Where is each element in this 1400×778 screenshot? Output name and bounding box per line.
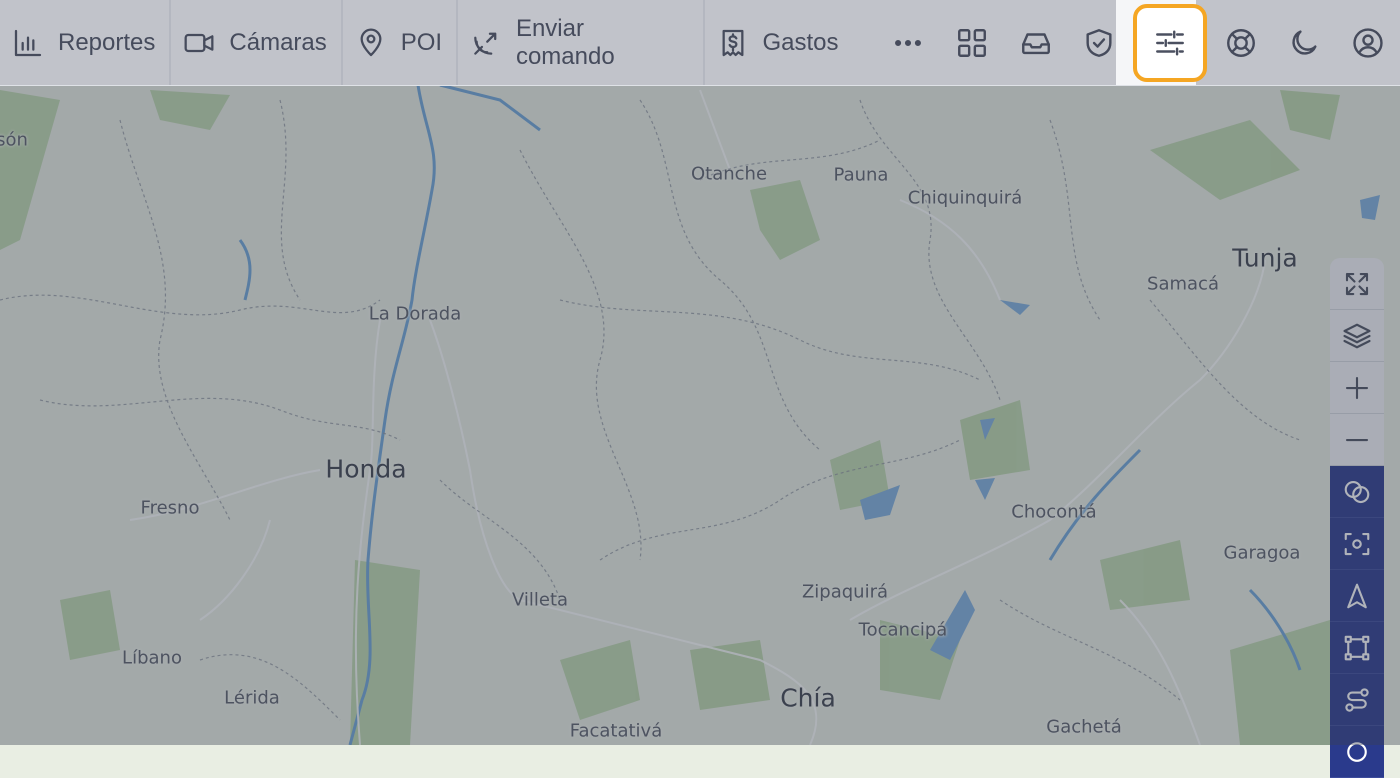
apps-button[interactable] — [940, 0, 1004, 85]
map-controls — [1330, 258, 1384, 778]
geofence-button[interactable] — [1330, 466, 1384, 518]
map-place-label: Honda — [325, 454, 407, 484]
more-button[interactable] — [876, 0, 940, 85]
shield-check-icon — [1086, 28, 1112, 57]
nav-label: Gastos — [762, 28, 839, 56]
polygon-select-icon — [1344, 635, 1370, 660]
polygon-select-button[interactable] — [1330, 622, 1384, 674]
layers-button[interactable] — [1330, 310, 1384, 362]
more-dots-icon — [895, 39, 922, 46]
nav-label: Enviar comando — [515, 14, 615, 70]
map-place-label: Chía — [780, 683, 836, 713]
map-terrain — [0, 0, 1400, 745]
nav-label: Cámaras — [229, 28, 327, 56]
map-place-label: Chocontá — [1011, 501, 1097, 523]
map-place-label: Lérida — [224, 687, 280, 709]
nav-reportes[interactable]: Reportes — [0, 0, 172, 85]
moon-icon — [1292, 29, 1318, 55]
zoom-in-icon — [1345, 376, 1369, 399]
focus-target-icon — [1344, 532, 1370, 555]
map-place-label: Pauna — [833, 164, 889, 186]
nav-label: POI — [400, 28, 443, 56]
dark-mode-button[interactable] — [1273, 0, 1337, 85]
map-canvas[interactable]: són Otanche Pauna Chiquinquirá Tunja Sam… — [0, 0, 1400, 745]
map-place-label: La Dorada — [368, 303, 462, 325]
inbox-button[interactable] — [1004, 0, 1068, 85]
nav-enviar-comando[interactable]: Enviar comando — [458, 0, 705, 85]
circle-icon — [1347, 741, 1367, 762]
fullscreen-button[interactable] — [1330, 258, 1384, 310]
map-place-label: són — [0, 129, 28, 151]
nav-camaras[interactable]: Cámaras — [171, 0, 343, 85]
bar-chart-icon — [14, 29, 42, 56]
video-camera-icon — [184, 33, 214, 52]
zoom-out-button[interactable] — [1330, 414, 1384, 466]
fullscreen-icon — [1345, 272, 1369, 295]
navigation-button[interactable] — [1330, 570, 1384, 622]
nav-gastos[interactable]: Gastos — [705, 0, 853, 85]
map-place-label: Fresno — [140, 497, 200, 519]
top-navigation-bar: Reportes Cámaras POI Enviar comando Gast… — [0, 0, 1400, 86]
focus-button[interactable] — [1330, 518, 1384, 570]
rail-more-button[interactable] — [1330, 726, 1384, 778]
lifebuoy-icon — [1226, 28, 1255, 57]
map-place-label: Garagoa — [1223, 542, 1301, 564]
settings-sliders-button[interactable] — [1133, 3, 1207, 82]
map-pin-icon — [360, 28, 382, 56]
sliders-icon — [1156, 29, 1185, 56]
map-place-label: Líbano — [122, 647, 182, 669]
map-place-label: Gachetá — [1046, 716, 1122, 738]
grid-apps-icon — [958, 28, 986, 57]
route-icon — [1345, 687, 1369, 712]
map-place-label: Zipaquirá — [801, 581, 889, 603]
map-place-label: Tunja — [1232, 243, 1298, 273]
support-button[interactable] — [1209, 0, 1273, 85]
geofence-circles-icon — [1344, 480, 1370, 503]
map-place-label: Chiquinquirá — [907, 187, 1023, 209]
receipt-dollar-icon — [722, 29, 743, 56]
map-place-label: Otanche — [690, 163, 768, 185]
inbox-icon — [1021, 32, 1050, 54]
map-place-label: Facatativá — [569, 720, 663, 742]
nav-label: Reportes — [58, 28, 156, 56]
zoom-out-icon — [1345, 438, 1369, 441]
security-button[interactable] — [1068, 0, 1132, 85]
navigation-arrow-icon — [1347, 583, 1367, 608]
layers-icon — [1343, 323, 1371, 348]
user-profile-button[interactable] — [1336, 0, 1400, 85]
map-place-label: Samacá — [1147, 273, 1219, 295]
satellite-dish-icon — [474, 32, 497, 55]
nav-poi[interactable]: POI — [343, 0, 459, 85]
user-avatar-icon — [1353, 27, 1383, 58]
route-button[interactable] — [1330, 674, 1384, 726]
zoom-in-button[interactable] — [1330, 362, 1384, 414]
map-place-label: Tocancipá — [858, 619, 948, 641]
map-place-label: Villeta — [511, 589, 569, 611]
